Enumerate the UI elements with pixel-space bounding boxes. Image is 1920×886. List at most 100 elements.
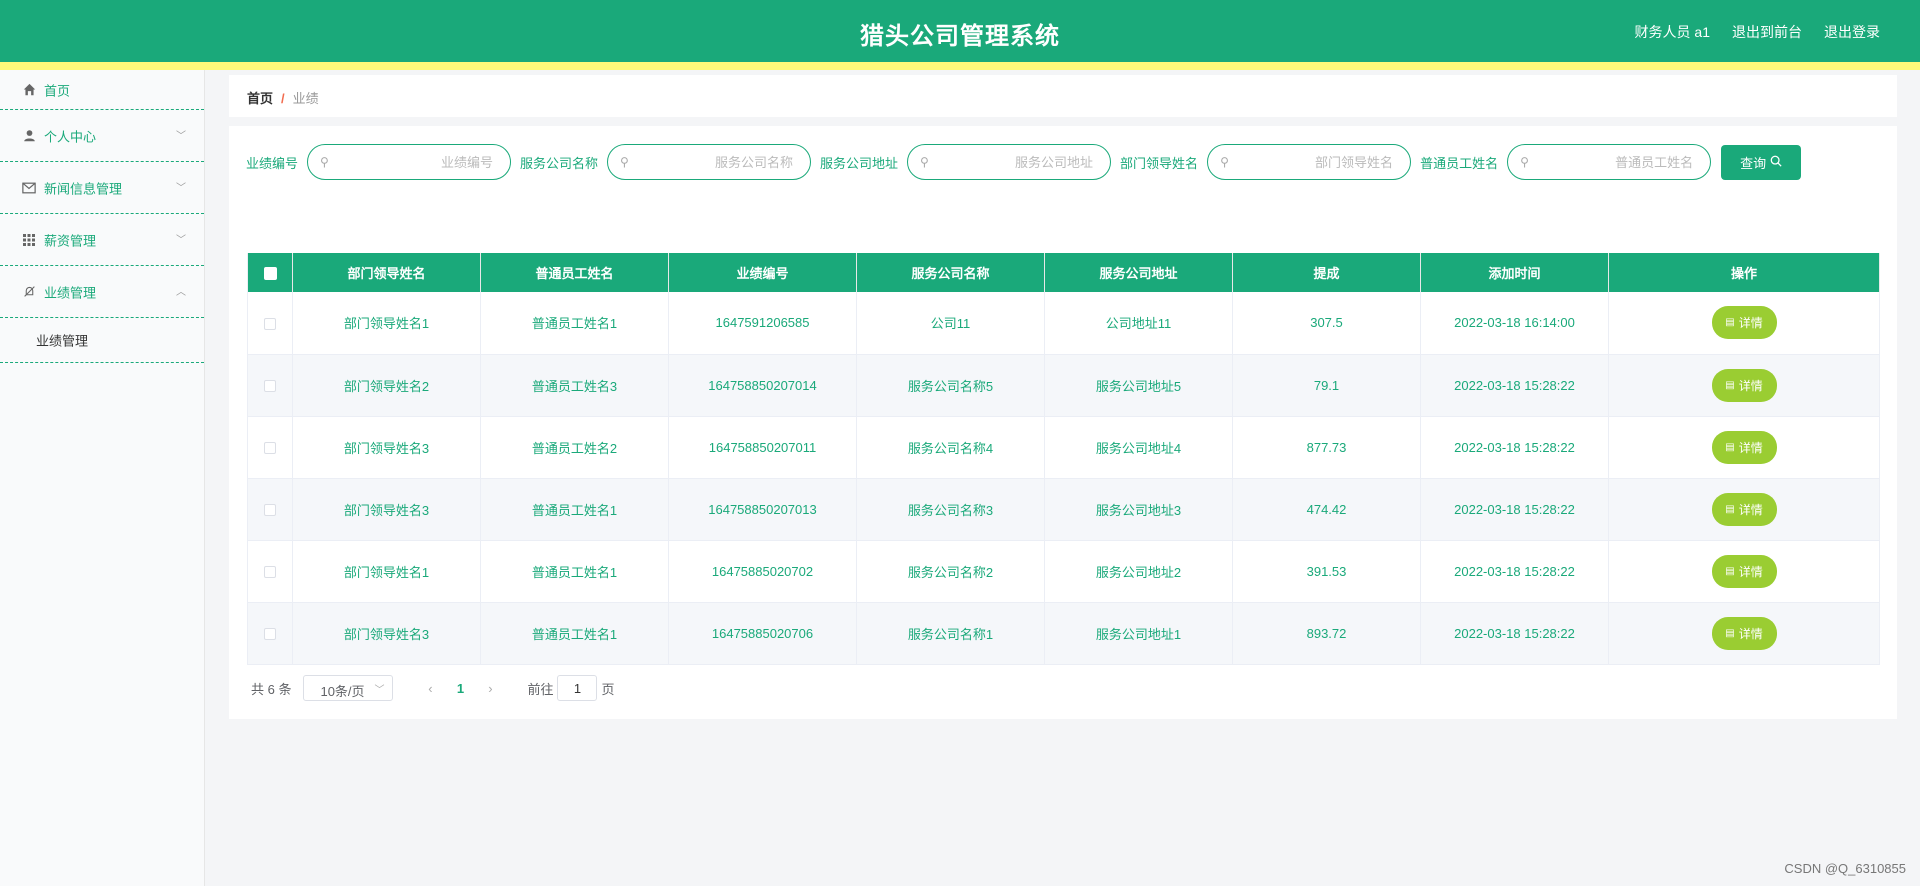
row-checkbox[interactable] [264, 317, 276, 330]
column-header: 部门领导姓名 [292, 253, 481, 292]
breadcrumb-home[interactable]: 首页 [247, 91, 273, 106]
search-label-company-name: 服务公司名称 [520, 155, 599, 171]
company-name-field[interactable]: ⚲ [607, 144, 812, 180]
column-header: 普通员工姓名 [480, 253, 669, 292]
sidebar-item-home[interactable]: 首页 [0, 70, 204, 110]
exit-to-front-link[interactable]: 退出到前台 [1732, 22, 1802, 42]
sidebar-item-label: 薪资管理 [44, 233, 97, 248]
cell-performance-no: 16475885020706 [668, 602, 857, 665]
cell-leader-name: 部门领导姓名2 [292, 354, 481, 417]
chevron-down-icon: ﹀ [176, 182, 186, 194]
search-form: 业绩编号 ⚲ 服务公司名称 ⚲ 服务公司地址 ⚲ 部门领导姓名 ⚲ 普通员工姓名… [246, 144, 1802, 180]
cell-employee-name: 普通员工姓名2 [480, 416, 669, 479]
row-checkbox[interactable] [264, 442, 276, 455]
employee-name-field[interactable]: ⚲ [1507, 144, 1712, 180]
cell-added-time: 2022-03-18 16:14:00 [1420, 292, 1609, 355]
company-address-field[interactable]: ⚲ [907, 144, 1112, 180]
header-accent-strip [0, 62, 1920, 70]
user-icon [22, 129, 36, 143]
select-all-cell[interactable] [247, 253, 293, 292]
breadcrumb-current: 业绩 [292, 91, 319, 106]
row-checkbox[interactable] [264, 380, 276, 393]
row-checkbox[interactable] [264, 504, 276, 517]
detail-button[interactable]: ▤ 详情 [1711, 554, 1777, 588]
detail-button[interactable]: ▤ 详情 [1711, 368, 1777, 402]
cell-company-address: 服务公司地址5 [1044, 354, 1233, 417]
sidebar-item-news[interactable]: 新闻信息管理 ﹀ [0, 162, 204, 214]
cell-added-time: 2022-03-18 15:28:22 [1420, 602, 1609, 665]
app-title: 猎头公司管理系统 [860, 23, 1060, 50]
goto-page-input[interactable] [557, 675, 598, 701]
page-number-button[interactable]: 1 [445, 681, 475, 696]
cell-company-address: 服务公司地址1 [1044, 602, 1233, 665]
search-icon: ⚲ [1220, 155, 1229, 169]
leader-name-input[interactable] [1238, 145, 1394, 179]
performance-no-input[interactable] [338, 145, 494, 179]
table-row: 部门领导姓名3 普通员工姓名1 164758850207013 服务公司名称3 … [247, 478, 1880, 541]
cell-company-address: 服务公司地址3 [1044, 478, 1233, 541]
select-all-checkbox[interactable] [263, 267, 277, 281]
watermark: CSDN @Q_6310855 [1784, 861, 1906, 876]
sidebar: 首页 个人中心 ﹀ 新闻信息管理 ﹀ 薪资管理 ﹀ 业绩管理 ︿ 业绩管理 [0, 70, 205, 886]
grid-icon [22, 233, 36, 247]
table-row: 部门领导姓名3 普通员工姓名2 164758850207011 服务公司名称4 … [247, 416, 1880, 479]
company-address-input[interactable] [938, 145, 1094, 179]
table-row: 部门领导姓名2 普通员工姓名3 164758850207014 服务公司名称5 … [247, 354, 1880, 417]
leader-name-field[interactable]: ⚲ [1207, 144, 1412, 180]
breadcrumb: 首页 / 业绩 [247, 88, 319, 107]
search-label-employee-name: 普通员工姓名 [1420, 155, 1499, 171]
header-actions: 财务人员 a1 退出到前台 退出登录 [1635, 22, 1880, 42]
detail-button[interactable]: ▤ 详情 [1711, 306, 1777, 340]
sidebar-item-personal-center[interactable]: 个人中心 ﹀ [0, 110, 204, 162]
table-row: 部门领导姓名1 普通员工姓名1 1647591206585 公司11 公司地址1… [247, 292, 1880, 355]
cell-performance-no: 16475885020702 [668, 540, 857, 603]
cell-commission: 474.42 [1232, 478, 1421, 541]
sidebar-item-performance[interactable]: 业绩管理 ︿ [0, 266, 204, 318]
column-header: 业绩编号 [668, 253, 857, 292]
bell-off-icon [22, 285, 36, 299]
cell-company-name: 服务公司名称2 [856, 540, 1045, 603]
document-icon: ▤ [1725, 627, 1735, 639]
cell-employee-name: 普通员工姓名1 [480, 602, 669, 665]
sidebar-item-label: 新闻信息管理 [44, 181, 123, 196]
document-icon: ▤ [1725, 317, 1735, 329]
document-icon: ▤ [1725, 565, 1735, 577]
sidebar-item-label: 业绩管理 [44, 285, 97, 300]
column-header: 服务公司名称 [856, 253, 1045, 292]
cell-performance-no: 164758850207013 [668, 478, 857, 541]
detail-button[interactable]: ▤ 详情 [1711, 430, 1777, 464]
total-count: 共 6 条 [251, 681, 292, 697]
cell-leader-name: 部门领导姓名1 [292, 292, 481, 355]
prev-page-button[interactable]: ‹ [415, 681, 445, 696]
detail-button[interactable]: ▤ 详情 [1711, 492, 1777, 526]
page-size-select[interactable]: 10条/页 ﹀ [303, 675, 394, 701]
table-row: 部门领导姓名3 普通员工姓名1 16475885020706 服务公司名称1 服… [247, 602, 1880, 665]
sidebar-item-salary[interactable]: 薪资管理 ﹀ [0, 214, 204, 266]
detail-button[interactable]: ▤ 详情 [1711, 616, 1777, 650]
cell-company-name: 服务公司名称5 [856, 354, 1045, 417]
sidebar-item-label: 个人中心 [44, 129, 97, 144]
next-page-button[interactable]: › [475, 681, 505, 696]
cell-added-time: 2022-03-18 15:28:22 [1420, 540, 1609, 603]
search-label-company-address: 服务公司地址 [820, 155, 899, 171]
cell-added-time: 2022-03-18 15:28:22 [1420, 416, 1609, 479]
logout-link[interactable]: 退出登录 [1824, 22, 1880, 42]
company-name-input[interactable] [638, 145, 794, 179]
search-icon: ⚲ [620, 155, 629, 169]
sidebar-subitem-performance-management[interactable]: 业绩管理 [0, 318, 204, 363]
cell-company-name: 服务公司名称4 [856, 416, 1045, 479]
cell-employee-name: 普通员工姓名1 [480, 540, 669, 603]
performance-table: 部门领导姓名 普通员工姓名 业绩编号 服务公司名称 服务公司地址 提成 添加时间… [247, 253, 1880, 665]
cell-added-time: 2022-03-18 15:28:22 [1420, 354, 1609, 417]
row-checkbox[interactable] [264, 628, 276, 641]
cell-performance-no: 1647591206585 [668, 292, 857, 355]
cell-company-name: 服务公司名称1 [856, 602, 1045, 665]
row-checkbox[interactable] [264, 566, 276, 579]
cell-commission: 893.72 [1232, 602, 1421, 665]
performance-no-field[interactable]: ⚲ [307, 144, 512, 180]
search-icon: ⚲ [920, 155, 929, 169]
sidebar-subitem-label: 业绩管理 [36, 333, 89, 349]
cell-leader-name: 部门领导姓名3 [292, 478, 481, 541]
query-button[interactable]: 查询 [1721, 144, 1802, 180]
employee-name-input[interactable] [1538, 145, 1694, 179]
